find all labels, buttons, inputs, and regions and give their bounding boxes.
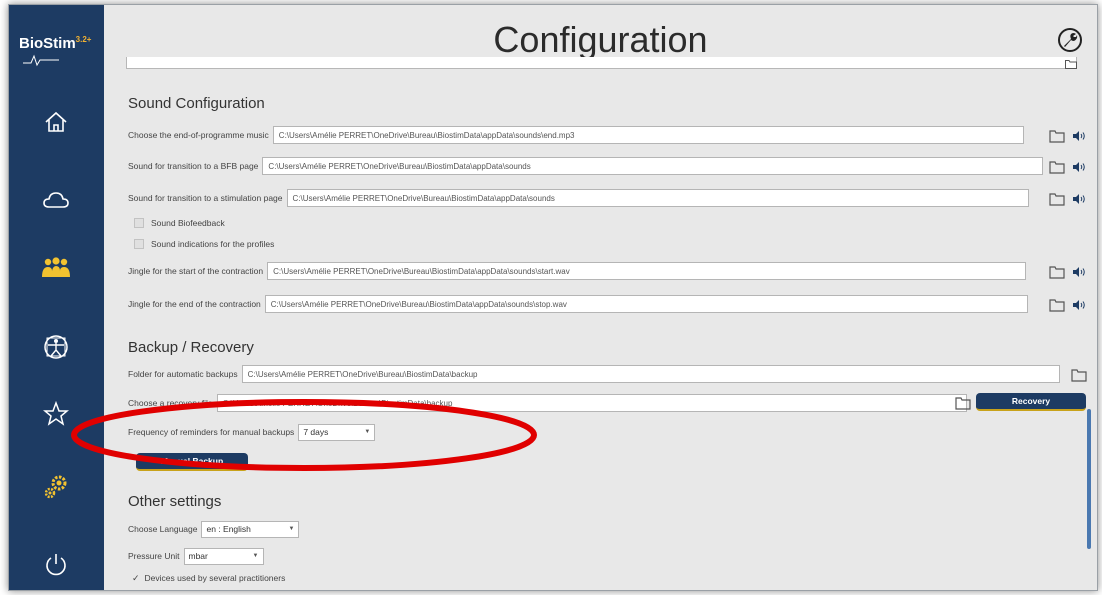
speaker-icon[interactable]: [1072, 161, 1086, 173]
label-pressure-unit: Pressure Unit: [128, 551, 180, 561]
speaker-icon[interactable]: [1072, 266, 1086, 278]
row-jingle-start: Jingle for the start of the contraction …: [128, 261, 1027, 281]
checkbox-row-devices[interactable]: ✓ Devices used by several practitioners: [132, 571, 285, 585]
checkbox-biofeedback-label: Sound Biofeedback: [151, 218, 225, 228]
annotation-ellipse: [71, 399, 537, 471]
label-jingle-end: Jingle for the end of the contraction: [128, 299, 261, 309]
speaker-icon[interactable]: [1072, 299, 1086, 311]
app-logo: BioStim3.2+: [19, 35, 91, 52]
folder-icon[interactable]: [1049, 298, 1065, 312]
sidebar: BioStim3.2+: [9, 5, 104, 590]
row-bfb-sound: Sound for transition to a BFB page C:\Us…: [128, 156, 1044, 176]
row-jingle-end: Jingle for the end of the contraction C:…: [128, 294, 1028, 314]
app-window: BioStim3.2+ Configuration Sound Configur…: [8, 4, 1098, 591]
section-title-sound: Sound Configuration: [128, 95, 265, 112]
sidebar-item-body[interactable]: [39, 330, 73, 364]
speaker-icon[interactable]: [1072, 193, 1086, 205]
checkbox-biofeedback[interactable]: [134, 218, 144, 228]
logo-version: 3.2+: [75, 35, 92, 44]
folder-icon[interactable]: [1049, 192, 1065, 206]
folder-icon[interactable]: [1049, 129, 1065, 143]
row-backup-folder: Folder for automatic backups C:\Users\Am…: [128, 364, 1060, 384]
vitruvian-man-icon: [44, 335, 68, 359]
page-title: Configuration: [493, 19, 708, 60]
label-end-music: Choose the end-of-programme music: [128, 130, 269, 140]
label-backup-folder: Folder for automatic backups: [128, 369, 238, 379]
backup-folder-input[interactable]: C:\Users\Amélie PERRET\OneDrive\Bureau\B…: [241, 365, 1060, 383]
sidebar-item-power[interactable]: [39, 547, 73, 581]
section-title-backup: Backup / Recovery: [128, 339, 254, 356]
logo-wave-icon: [23, 54, 59, 67]
row-end-music: Choose the end-of-programme music C:\Use…: [128, 125, 1024, 145]
chevron-down-icon: ▼: [288, 526, 295, 532]
chevron-down-icon: ▼: [252, 553, 259, 559]
row-pressure-unit: Pressure Unit mbar ▼: [128, 546, 264, 566]
label-bfb-sound: Sound for transition to a BFB page: [128, 161, 259, 171]
checkbox-profiles-label: Sound indications for the profiles: [151, 239, 275, 249]
sidebar-item-cloud[interactable]: [39, 183, 73, 217]
sidebar-item-patients[interactable]: [39, 251, 73, 285]
checkbox-row-biofeedback[interactable]: Sound Biofeedback: [134, 216, 225, 230]
folder-icon[interactable]: [1065, 59, 1077, 69]
cloud-icon: [43, 192, 69, 208]
checkbox-row-profiles[interactable]: Sound indications for the profiles: [134, 237, 274, 251]
logo-text: BioStim: [19, 35, 76, 52]
bfb-sound-input[interactable]: C:\Users\Amélie PERRET\OneDrive\Bureau\B…: [262, 157, 1044, 175]
label-jingle-start: Jingle for the start of the contraction: [128, 266, 264, 276]
folder-icon[interactable]: [1071, 368, 1087, 382]
vertical-scrollbar[interactable]: [1087, 409, 1091, 549]
wrench-icon[interactable]: [1057, 27, 1083, 53]
label-language: Choose Language: [128, 524, 198, 534]
folder-icon[interactable]: [1049, 265, 1065, 279]
speaker-icon[interactable]: [1072, 130, 1086, 142]
language-select[interactable]: en : English ▼: [201, 520, 300, 538]
pressure-unit-value: mbar: [188, 551, 208, 561]
gears-icon: [44, 475, 67, 499]
home-icon: [45, 111, 67, 132]
star-icon: [43, 401, 69, 426]
recovery-button[interactable]: Recovery: [976, 393, 1086, 411]
sidebar-item-favorites[interactable]: [39, 397, 73, 431]
row-stim-sound: Sound for transition to a stimulation pa…: [128, 188, 1029, 208]
stim-sound-input[interactable]: C:\Users\Amélie PERRET\OneDrive\Bureau\B…: [286, 189, 1029, 207]
main-content: Configuration Sound Configuration Choose…: [104, 5, 1097, 590]
folder-icon[interactable]: [1049, 160, 1065, 174]
end-music-input[interactable]: C:\Users\Amélie PERRET\OneDrive\Bureau\B…: [272, 126, 1024, 144]
folder-icon[interactable]: [955, 396, 971, 410]
power-icon: [46, 554, 66, 576]
users-icon: [42, 257, 70, 277]
sidebar-item-home[interactable]: [39, 105, 73, 139]
language-value: en : English: [206, 524, 251, 534]
section-title-other: Other settings: [128, 493, 222, 510]
checkbox-devices-label: Devices used by several practitioners: [144, 573, 286, 583]
checkbox-profiles[interactable]: [134, 239, 144, 249]
jingle-end-input[interactable]: C:\Users\Amélie PERRET\OneDrive\Bureau\B…: [264, 295, 1028, 313]
label-stim-sound: Sound for transition to a stimulation pa…: [128, 193, 283, 203]
row-language: Choose Language en : English ▼: [128, 519, 300, 539]
pressure-unit-select[interactable]: mbar ▼: [183, 547, 264, 565]
previous-section-field[interactable]: [126, 57, 1077, 69]
checkmark-icon[interactable]: ✓: [132, 573, 140, 584]
jingle-start-input[interactable]: C:\Users\Amélie PERRET\OneDrive\Bureau\B…: [267, 262, 1027, 280]
sidebar-item-settings[interactable]: [39, 470, 73, 504]
